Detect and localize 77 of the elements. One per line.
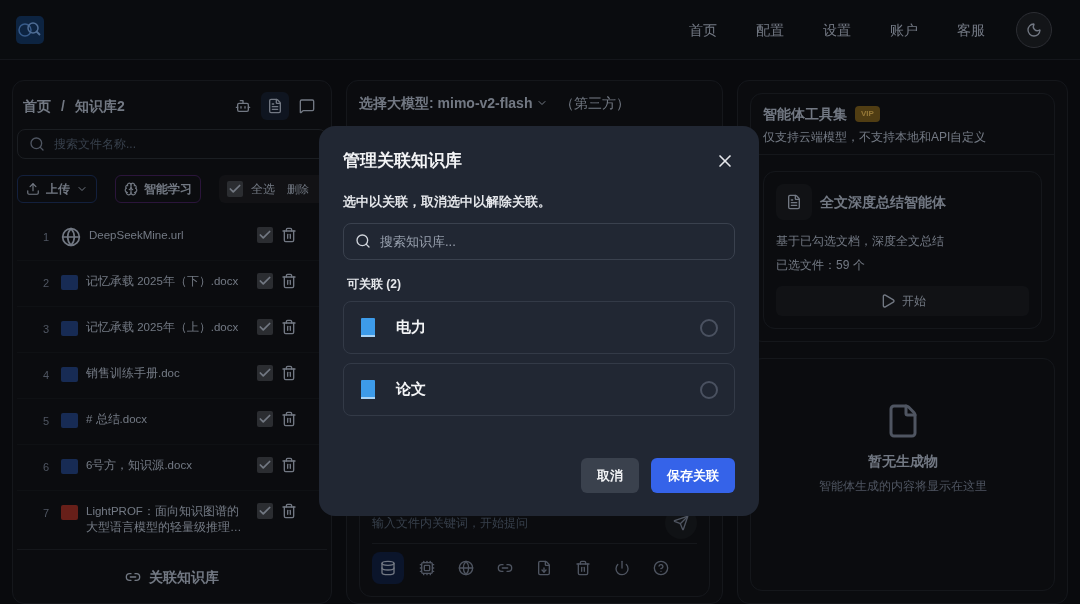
library-name: 论文 [396, 379, 426, 400]
brain-icon [124, 182, 138, 196]
database-icon[interactable] [372, 552, 404, 584]
file-name: LightPROF：面向知识图谱的大型语言模型的轻量级推理… [86, 504, 243, 535]
dialog-hint: 选中以关联，取消选中以解除关联。 [343, 192, 552, 211]
theme-toggle-button[interactable] [1016, 11, 1052, 48]
empty-text: 智能体生成的内容将显示在这里 [818, 478, 987, 495]
breadcrumb: 首页 / 知识库2 [23, 97, 125, 116]
agent-title: 全文深度总结智能体 [820, 193, 946, 212]
selected-files-count: 已选文件：59 个 [776, 257, 866, 274]
row-number: 2 [43, 276, 51, 291]
toolset-title: 智能体工具集 [763, 105, 847, 124]
row-number: 4 [43, 368, 51, 383]
nav-link[interactable]: 配置 [756, 19, 784, 40]
nav-link[interactable]: 首页 [689, 19, 717, 40]
trash-icon[interactable] [281, 319, 297, 335]
row-number: 5 [43, 414, 51, 429]
book-icon [360, 317, 376, 338]
file-checkbox[interactable] [257, 273, 273, 289]
file-name: 记忆承载 2025年（下）.docx [86, 274, 240, 289]
library-option[interactable]: 电力 [343, 301, 735, 354]
file-checkbox[interactable] [257, 503, 273, 519]
radio-button[interactable] [700, 380, 718, 399]
file-row[interactable]: 7 LightPROF：面向知识图谱的大型语言模型的轻量级推理… [17, 491, 327, 537]
cancel-button[interactable]: 取消 [581, 458, 639, 493]
search-icon [355, 233, 371, 249]
library-search-field[interactable]: 搜索知识库... [343, 223, 735, 260]
select-all-label: 全选 [251, 181, 275, 198]
empty-title: 暂无生成物 [867, 452, 938, 471]
file-checkbox[interactable] [257, 365, 273, 381]
document-icon [776, 184, 812, 220]
file-checkbox[interactable] [257, 411, 273, 427]
delete-button[interactable]: 删除 [287, 180, 309, 198]
library-option[interactable]: 论文 [343, 363, 735, 416]
select-all-checkbox[interactable] [227, 181, 243, 197]
nav-link[interactable]: 客服 [957, 19, 985, 40]
upload-icon [26, 182, 40, 196]
start-button[interactable]: 开始 [776, 286, 1029, 316]
section-label: 可关联 (2) [347, 276, 402, 293]
file-name: DeepSeekMine.url [89, 228, 185, 243]
model-note: （第三方） [560, 94, 631, 113]
file-name: 6号方，知识源.docx [86, 458, 193, 473]
file-name: # 总结.docx [86, 412, 149, 427]
trash-icon[interactable] [281, 503, 297, 519]
row-number: 1 [43, 230, 51, 245]
nav-link[interactable]: 设置 [823, 19, 851, 40]
model-selector[interactable]: 选择大模型: mimo-v2-flash [359, 93, 549, 113]
file-name: 记忆承载 2025年（上）.docx [86, 320, 240, 335]
moon-icon [1026, 21, 1042, 38]
save-button[interactable]: 保存关联 [651, 458, 735, 493]
row-number: 3 [43, 322, 51, 337]
agent-description: 基于已勾选文档，深度全文总结 [776, 233, 945, 250]
file-checkbox[interactable] [257, 457, 273, 473]
row-number: 7 [43, 506, 51, 521]
row-number: 6 [43, 460, 51, 475]
trash-icon[interactable] [281, 227, 297, 243]
library-name: 电力 [396, 317, 426, 338]
send-icon [673, 515, 689, 531]
globe-icon [61, 227, 81, 247]
smart-learn-button[interactable]: 智能学习 [115, 175, 201, 203]
document-icon[interactable] [261, 92, 289, 120]
nav-link[interactable]: 账户 [890, 19, 918, 40]
dialog-title: 管理关联知识库 [343, 150, 462, 172]
book-icon [360, 379, 376, 400]
vip-badge: VIP [855, 106, 880, 122]
trash-icon[interactable] [281, 411, 297, 427]
search-icon [29, 136, 45, 152]
radio-button[interactable] [700, 318, 718, 337]
toolset-subtitle: 仅支持云端模型，不支持本地和API自定义 [763, 129, 988, 146]
file-checkbox[interactable] [257, 319, 273, 335]
trash-icon[interactable] [281, 457, 297, 473]
upload-button[interactable]: 上传 [17, 175, 97, 203]
trash-icon[interactable] [281, 273, 297, 289]
trash-icon[interactable] [281, 365, 297, 381]
file-name: 销售训练手册.doc [86, 366, 181, 381]
file-checkbox[interactable] [257, 227, 273, 243]
link-library-button[interactable]: 关联知识库 [125, 566, 219, 587]
